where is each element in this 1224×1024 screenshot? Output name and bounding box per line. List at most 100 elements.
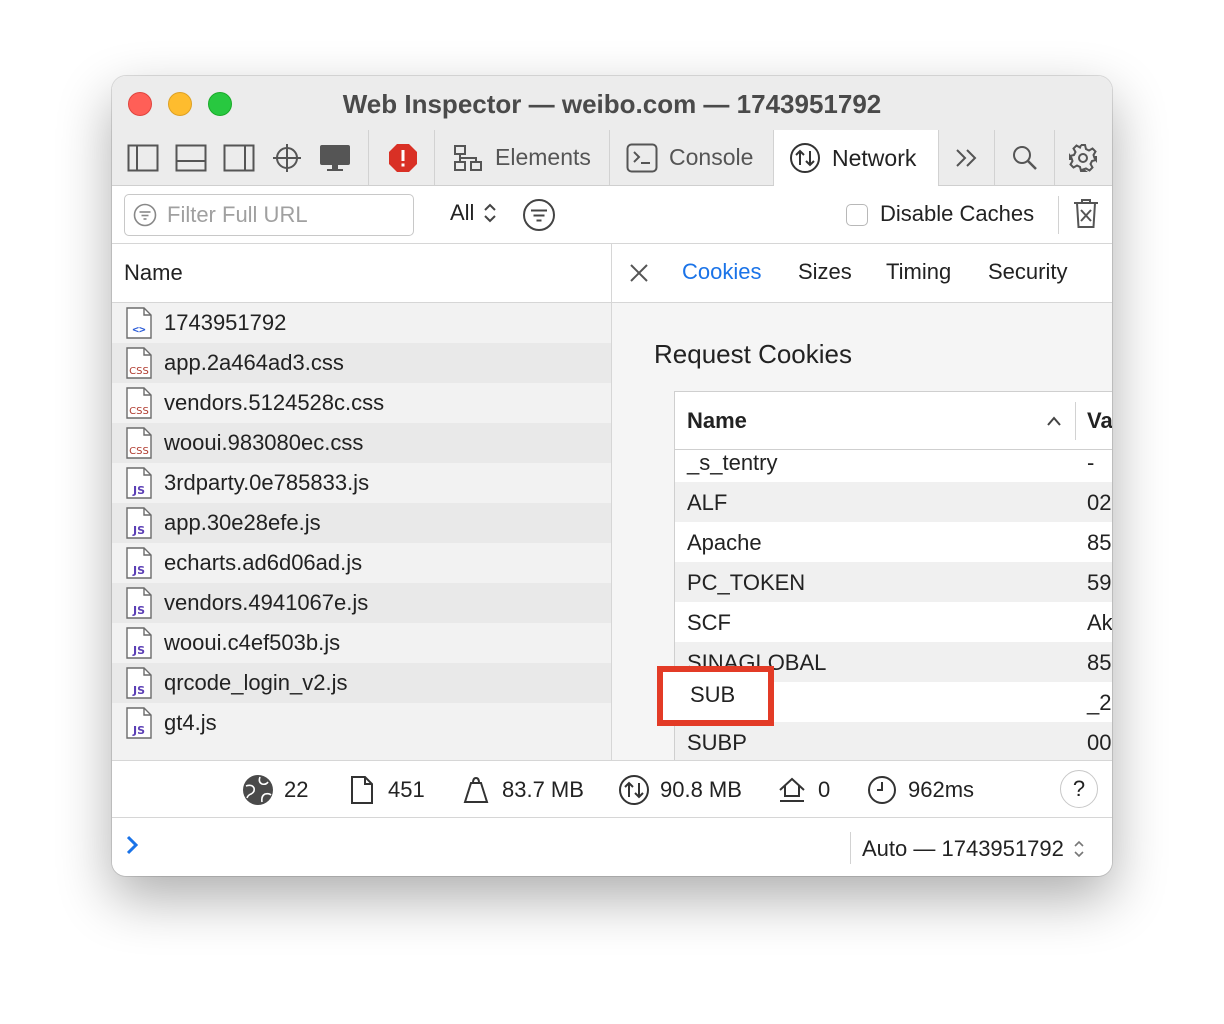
name-column-header[interactable]: Name [112, 244, 611, 303]
close-icon [630, 264, 648, 282]
url-filter-field[interactable] [124, 194, 414, 236]
svg-text:JS: JS [132, 484, 145, 497]
filter-url-input[interactable] [165, 201, 399, 229]
redirect-icon [776, 774, 808, 806]
resource-type-select[interactable]: All [450, 200, 498, 226]
cookie-row[interactable]: ALF 02 [675, 482, 1112, 522]
filter-icon [133, 203, 157, 227]
redirects-value: 0 [818, 777, 831, 802]
console-prompt-bar[interactable]: Auto — 1743951792 [112, 818, 1112, 876]
filter-options-button[interactable] [522, 198, 556, 237]
request-row[interactable]: CSS app.2a464ad3.css [112, 343, 611, 383]
crosshair-icon[interactable] [270, 142, 304, 174]
css-file-icon: CSS [126, 427, 152, 459]
highlight-box: SUB [657, 666, 774, 726]
tab-timing[interactable]: Timing [886, 259, 951, 285]
weight-icon [460, 774, 492, 806]
execution-context-select[interactable]: Auto — 1743951792 [862, 836, 1086, 862]
cookie-name: SUBP [687, 730, 747, 755]
request-row[interactable]: JS vendors.4941067e.js [112, 583, 611, 623]
dock-right-icon[interactable] [222, 142, 256, 174]
request-row[interactable]: JS echarts.ad6d06ad.js [112, 543, 611, 583]
request-row[interactable]: JS gt4.js [112, 703, 611, 743]
web-inspector-window: Web Inspector — weibo.com — 1743951792 E… [112, 76, 1112, 876]
request-row[interactable]: CSS wooui.983080ec.css [112, 423, 611, 463]
request-row[interactable]: JS qrcode_login_v2.js [112, 663, 611, 703]
svg-text:JS: JS [132, 564, 145, 577]
close-detail-button[interactable] [628, 262, 650, 289]
network-status-bar: 22 451 83.7 MB 90.8 MB 0 962ms ? [112, 760, 1112, 818]
request-name: app.2a464ad3.css [164, 350, 344, 375]
request-list: <> 1743951792 CSS app.2a464ad3.css CSS vendor… [112, 303, 611, 743]
execution-context-value: Auto — 1743951792 [862, 836, 1064, 861]
dock-bottom-icon[interactable] [174, 142, 208, 174]
cookie-name-header[interactable]: Name [687, 408, 747, 434]
svg-text:JS: JS [132, 724, 145, 737]
toolbar-divider [1058, 196, 1059, 234]
svg-text:JS: JS [132, 604, 145, 617]
cookie-row[interactable]: SCF Ak [675, 602, 1112, 642]
highlighted-cookie-name: SUB [690, 682, 736, 707]
js-file-icon: JS [126, 627, 152, 659]
tab-security[interactable]: Security [988, 259, 1067, 285]
tab-label: Elements [495, 144, 591, 170]
tab-cookies[interactable]: Cookies [682, 259, 761, 285]
html-file-icon: <> [126, 307, 152, 339]
request-name: echarts.ad6d06ad.js [164, 550, 363, 575]
load-time: 962ms [866, 774, 974, 806]
cookie-value: 00 [1087, 730, 1112, 755]
transferred-size: 90.8 MB [618, 774, 742, 806]
js-file-icon: JS [126, 467, 152, 499]
clear-network-items-button[interactable] [1072, 198, 1100, 235]
svg-text:CSS: CSS [129, 366, 149, 377]
cookie-value: 85 [1087, 650, 1112, 675]
document-icon [346, 774, 378, 806]
cookie-value: 02 [1087, 490, 1112, 515]
disable-caches-label: Disable Caches [880, 201, 1035, 226]
transfer-icon [618, 774, 650, 806]
updown-chevron-icon [484, 203, 497, 223]
disable-caches-checkbox[interactable] [846, 204, 868, 226]
toolbar-divider [368, 130, 369, 185]
help-button[interactable]: ? [1060, 770, 1098, 808]
cookie-row[interactable]: PC_TOKEN 59 [675, 562, 1112, 602]
request-row[interactable]: JS wooui.c4ef503b.js [112, 623, 611, 663]
request-row[interactable]: JS app.30e28efe.js [112, 503, 611, 543]
network-icon [788, 141, 822, 175]
svg-text:<>: <> [132, 323, 146, 336]
filter-options-icon [523, 199, 555, 231]
detail-tab-bar: Cookies Sizes Timing Security [612, 244, 1112, 303]
column-divider [1075, 402, 1076, 440]
cookie-row[interactable]: SUBP 00 [675, 722, 1112, 760]
gear-icon[interactable] [1066, 142, 1100, 174]
dock-left-icon[interactable] [126, 142, 160, 174]
cookie-row[interactable]: Apache 85 [675, 522, 1112, 562]
domains-count: 22 [242, 774, 308, 806]
cookie-name: ALF [687, 490, 728, 515]
svg-text:JS: JS [132, 644, 145, 657]
cookie-name: SCF [687, 610, 731, 635]
tab-console[interactable]: Console [610, 130, 773, 185]
js-file-icon: JS [126, 587, 152, 619]
request-list-pane: Name <> 1743951792 CSS app.2a464ad3.css CSS v… [112, 244, 612, 760]
toolbar-divider [994, 130, 995, 185]
cookie-table-header: Name Va [675, 392, 1112, 450]
device-monitor-icon[interactable] [318, 142, 352, 174]
tab-elements[interactable]: Elements [435, 130, 609, 185]
cookie-name: Apache [687, 530, 762, 555]
more-tabs-chevron-icon[interactable] [950, 142, 984, 174]
search-icon[interactable] [1008, 142, 1042, 174]
clock-icon [866, 774, 898, 806]
request-row[interactable]: <> 1743951792 [112, 303, 611, 343]
tab-label: Network [832, 144, 917, 171]
tab-sizes[interactable]: Sizes [798, 259, 852, 285]
svg-text:CSS: CSS [129, 406, 149, 417]
domains-value: 22 [284, 777, 309, 802]
toolbar-divider [1054, 130, 1055, 185]
error-badge-icon[interactable] [386, 142, 420, 174]
cookie-value-header[interactable]: Va [1087, 408, 1112, 434]
request-row[interactable]: JS 3rdparty.0e785833.js [112, 463, 611, 503]
tab-network[interactable]: Network [774, 130, 938, 186]
request-row[interactable]: CSS vendors.5124528c.css [112, 383, 611, 423]
requests-value: 451 [388, 777, 425, 802]
